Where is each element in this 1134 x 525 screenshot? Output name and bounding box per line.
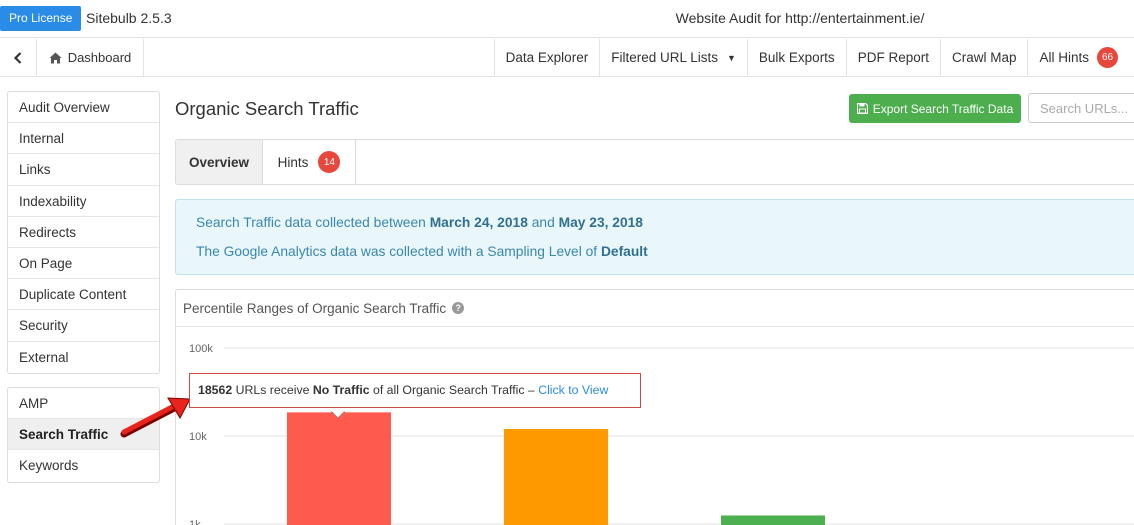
info-date-range-line: Search Traffic data collected between Ma…	[196, 215, 1134, 244]
nav-crawl-map[interactable]: Crawl Map	[939, 39, 1028, 76]
info-alert: Search Traffic data collected between Ma…	[175, 199, 1134, 275]
home-icon	[49, 52, 62, 63]
y-tick-label: 100k	[189, 343, 213, 355]
caret-down-icon: ▼	[726, 52, 736, 63]
nav-pdf-report-label: PDF Report	[857, 50, 929, 65]
sidebar-item-external[interactable]: External	[8, 342, 159, 373]
chart-tooltip: 18562 URLs receive No Traffic of all Org…	[189, 373, 641, 408]
nav-all-hints-label: All Hints	[1039, 50, 1089, 65]
chart-canvas: 100k10k1k	[189, 343, 1134, 525]
sidebar-item-links[interactable]: Links	[8, 154, 159, 186]
dashboard-button[interactable]: Dashboard	[37, 39, 144, 76]
title-bar: Pro License Sitebulb 2.5.3 Website Audit…	[0, 0, 1134, 38]
chart-bar[interactable]	[504, 429, 608, 525]
end-date: May 23, 2018	[558, 215, 643, 230]
nav-menu: Data Explorer Filtered URL Lists ▼ Bulk E…	[493, 39, 1134, 76]
nav-data-explorer[interactable]: Data Explorer	[493, 39, 600, 76]
nav-bar: Dashboard Data Explorer Filtered URL Lis…	[0, 39, 1134, 77]
nav-bulk-exports-label: Bulk Exports	[758, 50, 835, 65]
annotation-arrow-icon	[120, 397, 191, 438]
floppy-disk-icon	[856, 103, 868, 114]
chart-panel-title: Percentile Ranges of Organic Search Traf…	[183, 300, 447, 316]
tooltip-text: of all Organic Search Traffic –	[373, 383, 535, 397]
tooltip-click-to-view-link[interactable]: Click to View	[538, 383, 608, 397]
window-title: Website Audit for http://entertainment.i…	[675, 10, 925, 26]
all-hints-count-badge: 66	[1097, 47, 1118, 68]
chevron-left-icon	[13, 51, 22, 64]
export-label: Export Search Traffic Data	[872, 101, 1014, 116]
nav-pdf-report[interactable]: PDF Report	[845, 39, 940, 76]
export-search-traffic-button[interactable]: Export Search Traffic Data	[849, 94, 1021, 123]
tab-hints[interactable]: Hints 14	[263, 140, 356, 184]
chart-bar[interactable]	[287, 412, 391, 525]
sidebar-item-audit-overview[interactable]: Audit Overview	[8, 92, 159, 124]
tab-bar: Overview Hints 14	[175, 139, 1134, 185]
info-text: and	[531, 215, 555, 230]
nav-filtered-url-lists[interactable]: Filtered URL Lists ▼	[599, 39, 747, 76]
tooltip-text: URLs receive	[235, 383, 310, 397]
nav-data-explorer-label: Data Explorer	[505, 50, 589, 65]
page-title: Organic Search Traffic	[175, 98, 359, 119]
help-icon[interactable]: ?	[452, 302, 465, 314]
sidebar-item-on-page[interactable]: On Page	[8, 248, 159, 280]
nav-filtered-url-lists-label: Filtered URL Lists	[611, 50, 718, 65]
tooltip-count: 18562	[198, 383, 233, 397]
sampling-level: Default	[600, 244, 648, 259]
sidebar-item-internal[interactable]: Internal	[8, 123, 159, 155]
nav-crawl-map-label: Crawl Map	[951, 50, 1017, 65]
tab-overview-label: Overview	[188, 154, 250, 170]
hints-count-badge: 14	[318, 151, 341, 173]
chart-panel-header: Percentile Ranges of Organic Search Traf…	[176, 290, 1134, 327]
dashboard-label: Dashboard	[67, 50, 132, 65]
back-button[interactable]	[0, 39, 37, 76]
nav-bulk-exports[interactable]: Bulk Exports	[746, 39, 846, 76]
sidebar-item-redirects[interactable]: Redirects	[8, 217, 159, 248]
sidebar-item-keywords[interactable]: Keywords	[8, 450, 159, 481]
tab-hints-label: Hints	[277, 154, 309, 170]
sidebar-item-security[interactable]: Security	[8, 310, 159, 342]
nav-all-hints[interactable]: All Hints 66	[1027, 39, 1134, 76]
tooltip-bold: No Traffic	[312, 383, 370, 397]
chart-bar[interactable]	[721, 515, 825, 525]
sidebar-item-indexability[interactable]: Indexability	[8, 186, 159, 217]
sidebar-item-duplicate-content[interactable]: Duplicate Content	[8, 279, 159, 311]
start-date: March 24, 2018	[429, 215, 528, 230]
y-tick-label: 1k	[189, 519, 201, 525]
info-text: The Google Analytics data was collected …	[196, 244, 598, 259]
info-sampling-line: The Google Analytics data was collected …	[196, 244, 1134, 273]
search-urls-input[interactable]	[1028, 93, 1134, 123]
info-text: Search Traffic data collected between	[196, 215, 426, 230]
sidebar-nav-main: Audit Overview Internal Links Indexabili…	[7, 91, 160, 374]
tab-overview[interactable]: Overview	[176, 140, 263, 184]
